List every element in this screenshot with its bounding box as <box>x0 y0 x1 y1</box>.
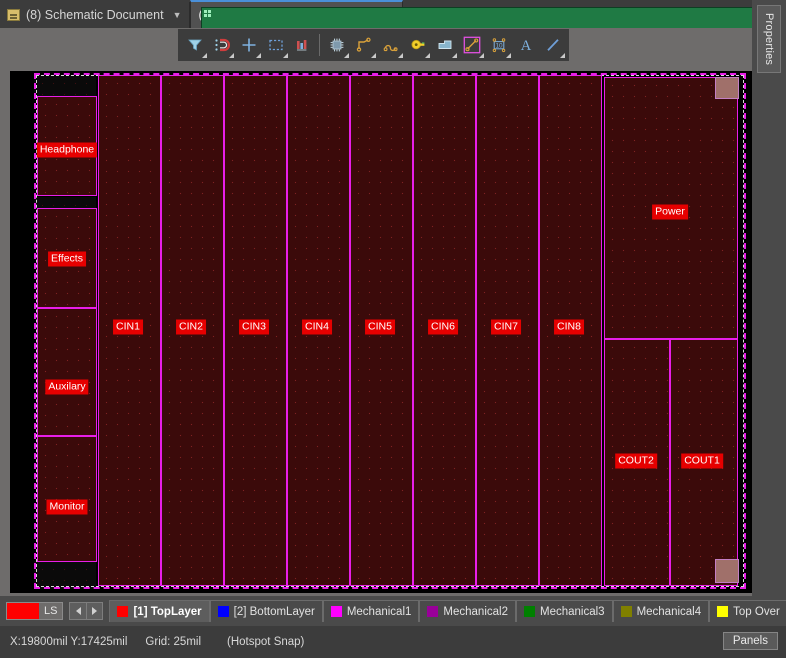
status-bar: X:19800mil Y:17425mil Grid: 25mil (Hotsp… <box>0 626 786 658</box>
svg-text:10: 10 <box>495 42 503 49</box>
room-label-Power[interactable]: Power <box>652 205 688 220</box>
layer-color-swatch <box>331 606 342 617</box>
layer-color-swatch <box>524 606 535 617</box>
mounting-pad-bottom-right[interactable] <box>715 559 739 583</box>
layer-color-swatch <box>621 606 632 617</box>
layer-tab-mechanical3[interactable]: Mechanical3 <box>516 600 613 622</box>
current-layer-color-swatch <box>7 603 39 619</box>
place-pad-icon[interactable] <box>404 31 431 59</box>
document-tab-schematic[interactable]: (8) Schematic Document ▼ <box>0 2 190 28</box>
place-arc-icon[interactable] <box>377 31 404 59</box>
layer-nav-buttons <box>69 602 103 620</box>
document-tab-bar: (8) Schematic Document ▼ (4) Mixer_Rooms… <box>0 0 786 28</box>
document-tab-label: (8) Schematic Document <box>26 8 164 22</box>
crosshair-cursor-icon[interactable] <box>235 31 262 59</box>
panels-button-label: Panels <box>733 635 768 647</box>
layer-color-swatch <box>427 606 438 617</box>
board-insight-icon[interactable] <box>289 31 316 59</box>
place-dimension-icon[interactable]: 10 <box>485 31 512 59</box>
pcb-workspace[interactable]: Headphone Effects Auxilary Monitor CIN1 … <box>10 71 752 593</box>
chevron-left-icon <box>76 607 81 615</box>
right-panel-strip: Properties <box>752 0 786 596</box>
layer-prev-button[interactable] <box>69 602 86 620</box>
layer-tab-label: [2] BottomLayer <box>234 606 315 618</box>
schematic-icon <box>7 9 20 21</box>
layer-tab-label: Top Over <box>733 606 780 618</box>
layer-tab-label: [1] TopLayer <box>133 606 201 618</box>
properties-panel-button[interactable]: Properties <box>757 5 781 73</box>
current-layer-swatch-button[interactable]: LS <box>6 602 63 620</box>
layer-tab-mechanical1[interactable]: Mechanical1 <box>323 600 420 622</box>
room-label-Effects[interactable]: Effects <box>48 252 86 267</box>
status-grid: Grid: 25mil <box>127 636 201 648</box>
selection-marquee-icon[interactable] <box>262 31 289 59</box>
room-label-Headphone[interactable]: Headphone <box>37 143 97 158</box>
room-label-CIN3[interactable]: CIN3 <box>239 320 269 335</box>
layer-tab-label: Mechanical2 <box>443 606 508 618</box>
room-label-CIN8[interactable]: CIN8 <box>554 320 584 335</box>
layer-tab-bar: LS [1] TopLayer [2] BottomLayer Mechanic… <box>0 596 786 626</box>
place-component-icon[interactable] <box>323 31 350 59</box>
layer-color-swatch <box>117 606 128 617</box>
layer-tab-mechanical2[interactable]: Mechanical2 <box>419 600 516 622</box>
place-string-icon[interactable]: A <box>512 31 539 59</box>
room-label-CIN5[interactable]: CIN5 <box>365 320 395 335</box>
room-label-COUT1[interactable]: COUT1 <box>681 454 723 469</box>
mounting-pad-top-right[interactable] <box>715 77 739 99</box>
room-label-CIN4[interactable]: CIN4 <box>302 320 332 335</box>
board-notch-top-left <box>34 75 96 97</box>
place-polygon-icon[interactable] <box>431 31 458 59</box>
toolbar-zone: 10 A <box>0 28 786 66</box>
chevron-down-icon[interactable]: ▼ <box>173 10 182 20</box>
svg-text:A: A <box>520 38 531 53</box>
layer-color-swatch <box>717 606 728 617</box>
pcb-toolbar: 10 A <box>178 29 569 61</box>
room-label-CIN7[interactable]: CIN7 <box>491 320 521 335</box>
place-track-icon[interactable] <box>350 31 377 59</box>
toolbar-separator <box>319 34 320 56</box>
room-label-Monitor[interactable]: Monitor <box>46 500 87 515</box>
magnet-snap-icon[interactable] <box>208 31 235 59</box>
filter-icon[interactable] <box>181 31 208 59</box>
layer-tab-mechanical4[interactable]: Mechanical4 <box>613 600 710 622</box>
layer-tab-label: Mechanical4 <box>637 606 702 618</box>
layer-tab-toplayer[interactable]: [1] TopLayer <box>109 600 209 622</box>
room-Auxilary[interactable] <box>37 308 97 436</box>
layer-color-swatch <box>218 606 229 617</box>
place-fill-icon[interactable] <box>458 31 485 59</box>
document-tab-pcb[interactable]: (4) Mixer_RoomsOnly.PCBDOC ▼ <box>190 0 403 28</box>
status-snap-mode: (Hotspot Snap) <box>201 636 304 648</box>
layer-tab-bottomlayer[interactable]: [2] BottomLayer <box>210 600 323 622</box>
room-label-Auxilary[interactable]: Auxilary <box>45 380 88 395</box>
layer-tab-topoverlay[interactable]: Top Over <box>709 600 786 622</box>
place-line-icon[interactable] <box>539 31 566 59</box>
layer-next-button[interactable] <box>86 602 103 620</box>
room-label-CIN1[interactable]: CIN1 <box>113 320 143 335</box>
room-label-COUT2[interactable]: COUT2 <box>615 454 657 469</box>
chevron-right-icon <box>92 607 97 615</box>
board-notch-bottom-left <box>34 561 96 589</box>
pcb-canvas-area[interactable]: Headphone Effects Auxilary Monitor CIN1 … <box>0 66 752 596</box>
room-label-CIN2[interactable]: CIN2 <box>176 320 206 335</box>
layer-tab-label: Mechanical1 <box>347 606 412 618</box>
properties-panel-label: Properties <box>763 13 775 65</box>
room-label-CIN6[interactable]: CIN6 <box>428 320 458 335</box>
pcb-editor-window: (8) Schematic Document ▼ (4) Mixer_Rooms… <box>0 0 786 658</box>
status-coordinates: X:19800mil Y:17425mil <box>0 636 127 648</box>
current-layer-code: LS <box>39 603 62 619</box>
layer-tab-label: Mechanical3 <box>540 606 605 618</box>
panels-button[interactable]: Panels <box>723 632 778 650</box>
